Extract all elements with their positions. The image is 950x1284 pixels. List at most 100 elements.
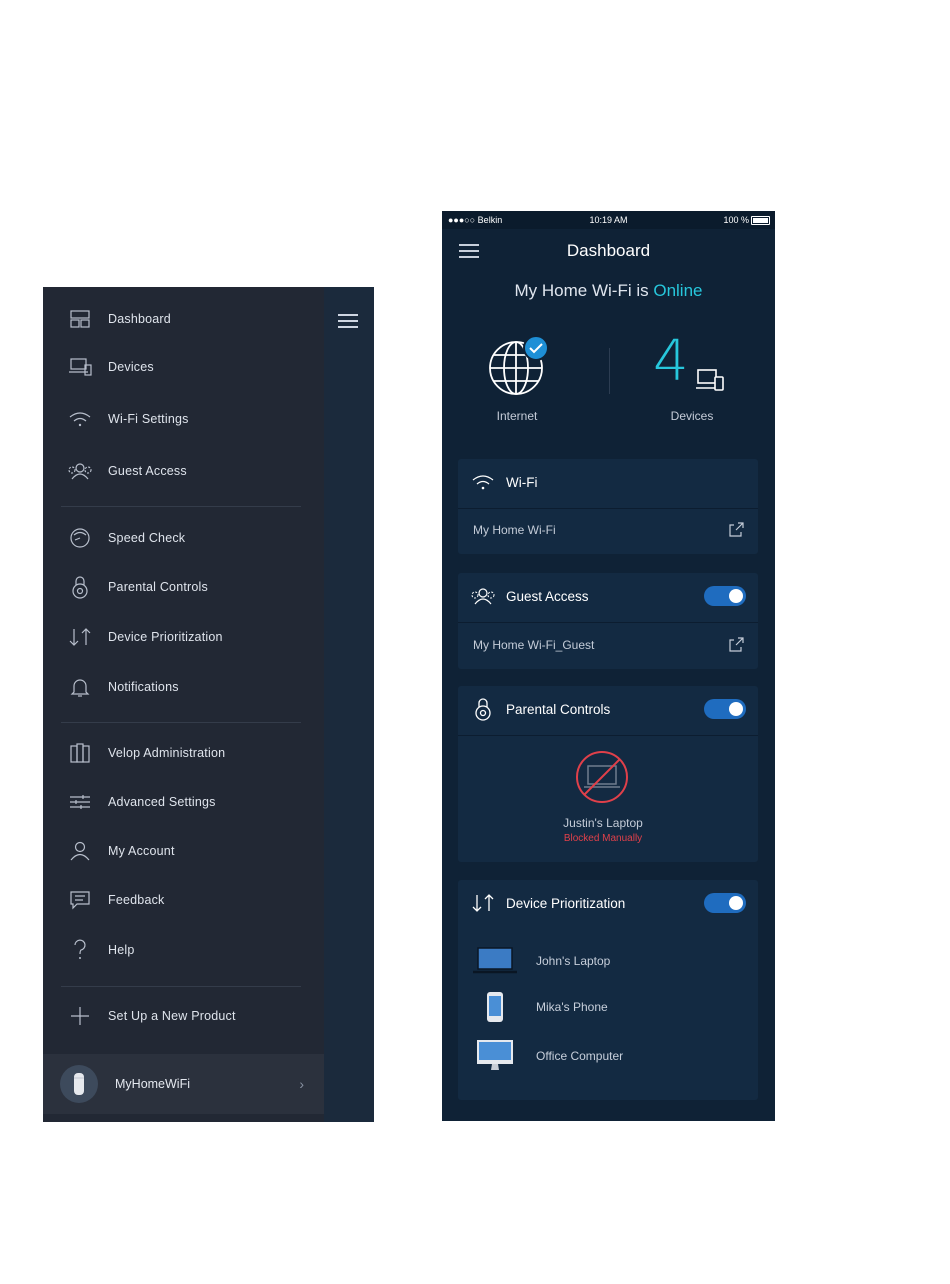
device-name: Office Computer bbox=[536, 1049, 624, 1063]
guest-network-name: My Home Wi-Fi_Guest bbox=[473, 638, 595, 652]
battery-percent: 100 % bbox=[723, 215, 749, 225]
menu-item-guest-access[interactable]: Guest Access bbox=[43, 451, 324, 491]
menu-item-label: Devices bbox=[108, 360, 154, 374]
devices-icon bbox=[696, 367, 726, 393]
devices-count[interactable]: 4 bbox=[653, 332, 689, 392]
prioritized-device-row[interactable]: John's Laptop bbox=[458, 943, 758, 979]
menu-item-feedback[interactable]: Feedback bbox=[43, 880, 324, 920]
devices-icon bbox=[65, 355, 95, 379]
prioritized-device-row[interactable]: Mika's Phone bbox=[458, 989, 758, 1025]
menu-item-label: Notifications bbox=[108, 680, 179, 694]
network-status-prefix: My Home Wi-Fi is bbox=[514, 281, 654, 300]
menu-item-velop-administration[interactable]: Velop Administration bbox=[43, 733, 324, 773]
velop-nodes-icon bbox=[65, 741, 95, 765]
feedback-icon bbox=[65, 888, 95, 912]
menu-item-help[interactable]: Help bbox=[43, 930, 324, 970]
menu-divider bbox=[61, 506, 301, 507]
device-prioritization-card-title: Device Prioritization bbox=[506, 895, 626, 911]
user-icon bbox=[65, 839, 95, 863]
prioritized-device-row[interactable]: Office Computer bbox=[458, 1038, 758, 1074]
parental-controls-card: Parental Controls Justin's Laptop Blocke… bbox=[458, 686, 758, 862]
page-title: Dashboard bbox=[566, 241, 651, 260]
wifi-card-header[interactable]: Wi-Fi bbox=[458, 459, 758, 505]
guest-access-toggle[interactable] bbox=[704, 586, 746, 606]
plus-icon bbox=[65, 1004, 95, 1028]
guest-access-icon bbox=[470, 587, 496, 605]
desktop-computer-icon bbox=[470, 1039, 520, 1073]
menu-item-label: My Account bbox=[108, 844, 175, 858]
hero-divider bbox=[609, 348, 610, 394]
status-bar: ●●●○○ Belkin 10:19 AM 100 % bbox=[442, 211, 775, 229]
menu-item-dashboard[interactable]: Dashboard bbox=[43, 299, 324, 339]
menu-item-label: Velop Administration bbox=[108, 746, 226, 760]
bell-icon bbox=[65, 675, 95, 699]
navigation-menu-panel: Dashboard Devices Wi-Fi Settings Guest A… bbox=[43, 287, 324, 1122]
menu-item-advanced-settings[interactable]: Advanced Settings bbox=[43, 782, 324, 822]
menu-item-notifications[interactable]: Notifications bbox=[43, 667, 324, 707]
internet-label: Internet bbox=[496, 409, 538, 423]
sliders-icon bbox=[65, 790, 95, 814]
menu-item-label: Feedback bbox=[108, 893, 165, 907]
menu-item-label: Wi-Fi Settings bbox=[108, 412, 189, 426]
menu-item-label: Set Up a New Product bbox=[108, 1009, 236, 1023]
guest-access-card-title: Guest Access bbox=[506, 588, 589, 604]
guest-access-card: Guest Access My Home Wi-Fi_Guest bbox=[458, 573, 758, 669]
menu-item-my-account[interactable]: My Account bbox=[43, 831, 324, 871]
padlock-icon bbox=[470, 697, 496, 721]
menu-item-devices[interactable]: Devices bbox=[43, 347, 324, 387]
internet-status[interactable] bbox=[486, 334, 552, 398]
menu-item-set-up-new-product[interactable]: Set Up a New Product bbox=[43, 996, 324, 1036]
menu-item-speed-check[interactable]: Speed Check bbox=[43, 518, 324, 558]
wifi-card: Wi-Fi My Home Wi-Fi bbox=[458, 459, 758, 554]
menu-item-label: Advanced Settings bbox=[108, 795, 216, 809]
menu-item-device-prioritization[interactable]: Device Prioritization bbox=[43, 617, 324, 657]
wifi-network-row[interactable]: My Home Wi-Fi bbox=[458, 510, 758, 550]
blocked-status: Blocked Manually bbox=[563, 833, 643, 844]
prioritization-arrows-icon bbox=[65, 625, 95, 649]
device-prioritization-card: Device Prioritization John's Laptop Mika… bbox=[458, 880, 758, 1100]
chevron-right-icon: › bbox=[299, 1076, 304, 1092]
card-divider bbox=[458, 508, 758, 509]
network-status-heading: My Home Wi-Fi is Online bbox=[442, 281, 775, 301]
card-divider bbox=[458, 735, 758, 736]
velop-node-avatar bbox=[60, 1065, 98, 1103]
parental-controls-toggle[interactable] bbox=[704, 699, 746, 719]
blocked-device-name: Justin's Laptop bbox=[563, 816, 643, 830]
menu-divider bbox=[61, 986, 301, 987]
help-icon bbox=[65, 938, 95, 962]
laptop-icon bbox=[470, 947, 520, 975]
network-status-value: Online bbox=[653, 281, 703, 300]
speedometer-icon bbox=[65, 526, 95, 550]
dashboard-screen: ●●●○○ Belkin 10:19 AM 100 % Dashboard My… bbox=[442, 211, 775, 1121]
wifi-icon bbox=[470, 474, 496, 490]
external-link-icon[interactable] bbox=[728, 637, 744, 653]
battery-icon bbox=[751, 216, 770, 225]
external-link-icon[interactable] bbox=[728, 522, 744, 538]
menu-item-label: Parental Controls bbox=[108, 580, 208, 594]
menu-item-label: Dashboard bbox=[108, 312, 171, 326]
menu-item-label: Guest Access bbox=[108, 464, 187, 478]
menu-item-label: Speed Check bbox=[108, 531, 186, 545]
parental-controls-card-title: Parental Controls bbox=[506, 701, 611, 717]
network-name: MyHomeWiFi bbox=[115, 1077, 190, 1091]
wifi-network-name: My Home Wi-Fi bbox=[473, 523, 556, 537]
blocked-laptop-icon[interactable] bbox=[574, 749, 630, 805]
menu-divider bbox=[61, 722, 301, 723]
devices-label: Devices bbox=[670, 409, 714, 423]
wifi-icon bbox=[65, 407, 95, 431]
card-divider bbox=[458, 622, 758, 623]
navigation-menu-screen: Dashboard Devices Wi-Fi Settings Guest A… bbox=[43, 287, 374, 1122]
menu-item-label: Help bbox=[108, 943, 135, 957]
wifi-card-title: Wi-Fi bbox=[506, 474, 538, 490]
device-prioritization-toggle[interactable] bbox=[704, 893, 746, 913]
network-selector[interactable]: MyHomeWiFi › bbox=[43, 1054, 324, 1114]
hamburger-menu-icon[interactable] bbox=[338, 314, 360, 330]
phone-icon bbox=[470, 991, 520, 1023]
prioritization-arrows-icon bbox=[470, 893, 496, 913]
device-name: John's Laptop bbox=[536, 954, 611, 968]
device-name: Mika's Phone bbox=[536, 1000, 608, 1014]
menu-item-parental-controls[interactable]: Parental Controls bbox=[43, 567, 324, 607]
guest-network-row[interactable]: My Home Wi-Fi_Guest bbox=[458, 625, 758, 665]
checkmark-icon bbox=[524, 336, 548, 360]
menu-item-wifi-settings[interactable]: Wi-Fi Settings bbox=[43, 399, 324, 439]
